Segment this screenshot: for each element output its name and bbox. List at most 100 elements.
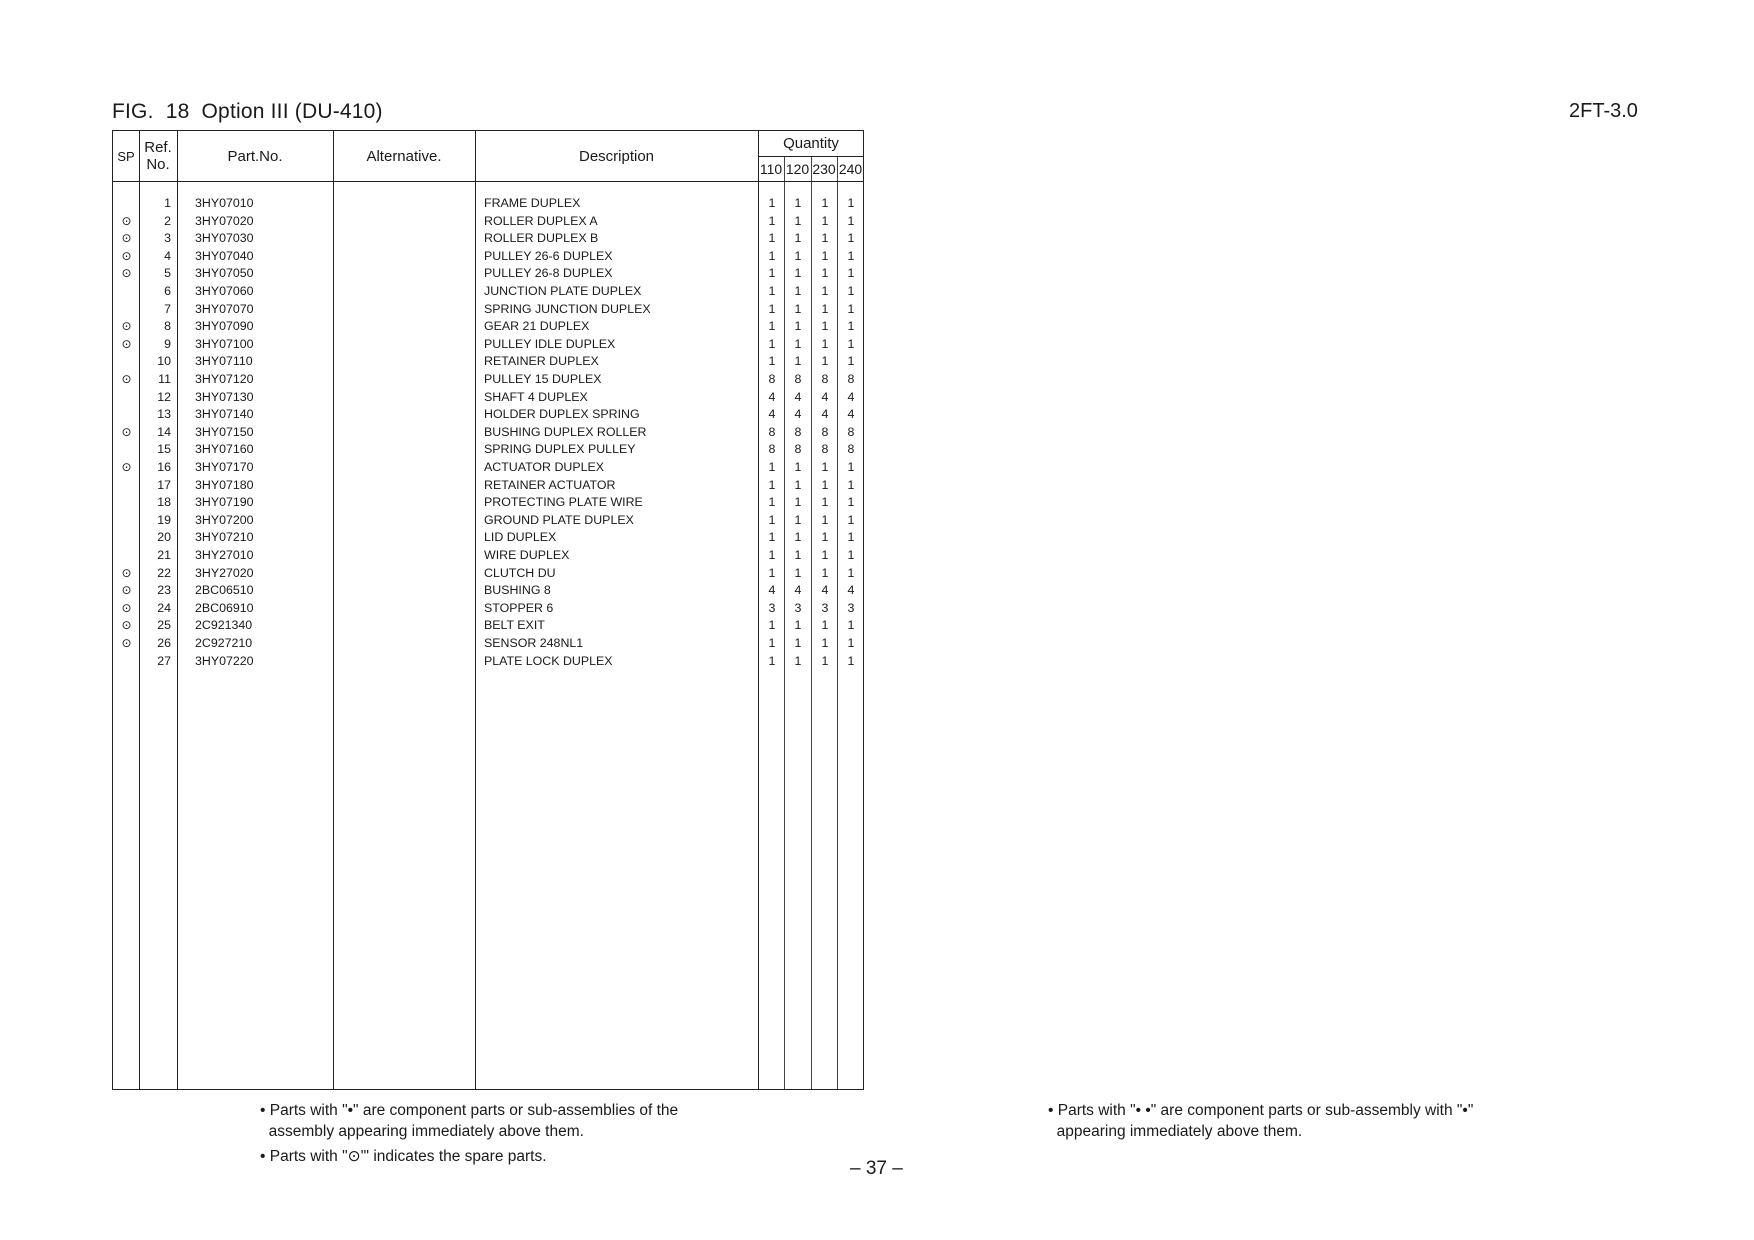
part-no-cell: 3HY07100	[195, 336, 254, 351]
quantity-cell-230: 1	[821, 530, 829, 545]
quantity-cell-240: 1	[847, 319, 855, 334]
quantity-cell-110: 1	[768, 196, 776, 210]
quantity-cell-230: 1	[821, 284, 829, 298]
ref-no-cell: 21	[157, 548, 171, 562]
description-cell: PULLEY 26-6 DUPLEX	[484, 248, 613, 263]
quantity-cell-120: 8	[794, 424, 802, 439]
ref-no-cell: 17	[157, 477, 171, 492]
note-sub-assembly: • Parts with "• •" are component parts o…	[1048, 1102, 1474, 1140]
quantity-cell-110: 1	[768, 460, 776, 474]
quantity-cell-110: 1	[768, 618, 776, 633]
quantity-cell-230: 4	[821, 389, 829, 404]
note-spare-parts: • Parts with "⊙'" indicates the spare pa…	[260, 1148, 547, 1165]
part-no-cell: 3HY07110	[195, 354, 253, 369]
figure-title: FIG. 18 Option III (DU-410)	[112, 100, 383, 123]
description-cell: BUSHING DUPLEX ROLLER	[484, 424, 647, 439]
quantity-cell-120: 4	[794, 389, 802, 404]
parts-table: SP Ref. No. Part.No. Alternative. Descri…	[112, 130, 864, 1090]
part-no-cell: 3HY07040	[195, 248, 254, 263]
quantity-cell-230: 1	[821, 336, 829, 351]
quantity-cell-120: 4	[794, 407, 802, 422]
quantity-cell-110: 1	[768, 336, 776, 351]
ref-no-cell: 16	[157, 460, 171, 474]
quantity-cell-120: 1	[794, 266, 802, 281]
header-description: Description	[578, 147, 655, 165]
part-no-cell: 3HY27020	[195, 565, 254, 580]
description-cell: PULLEY 26-8 DUPLEX	[484, 266, 613, 281]
quantity-cell-120: 1	[794, 548, 802, 562]
description-cell: HOLDER DUPLEX SPRING	[484, 407, 640, 422]
quantity-cell-240: 8	[847, 442, 855, 457]
description-cell: ACTUATOR DUPLEX	[484, 460, 605, 474]
ref-no-cell: 8	[164, 319, 171, 334]
quantity-cell-240: 1	[847, 636, 855, 650]
ref-no-cell: 1	[164, 196, 171, 210]
quantity-cell-120: 1	[794, 231, 802, 246]
quantity-cell-230: 1	[821, 231, 829, 246]
quantity-cell-240: 1	[847, 248, 855, 263]
quantity-cell-240: 1	[847, 196, 855, 210]
table-row: 7 3HY07070 SPRING JUNCTION DUPLEX 1 1 1 1	[113, 301, 863, 319]
part-no-cell: 3HY07090	[195, 319, 254, 334]
quantity-cell-240: 4	[847, 407, 855, 422]
ref-no-cell: 5	[164, 266, 171, 281]
table-row: 18 3HY07190 PROTECTING PLATE WIRE 1 1 1 1	[113, 494, 863, 512]
header-sp: SP	[117, 148, 135, 164]
quantity-cell-120: 1	[794, 477, 802, 492]
quantity-cell-230: 1	[821, 248, 829, 263]
description-cell: GROUND PLATE DUPLEX	[484, 512, 634, 527]
table-row: 10 3HY07110 RETAINER DUPLEX 1 1 1 1	[113, 353, 863, 371]
description-cell: STOPPER 6	[484, 600, 554, 615]
quantity-cell-240: 3	[847, 600, 855, 615]
quantity-cell-240: 1	[847, 266, 855, 281]
part-no-cell: 2BC06910	[195, 600, 254, 615]
description-cell: RETAINER DUPLEX	[484, 354, 599, 369]
ref-no-cell: 2	[164, 213, 171, 228]
quantity-cell-240: 1	[847, 653, 855, 668]
description-cell: RETAINER ACTUATOR	[484, 477, 616, 492]
quantity-cell-120: 1	[794, 196, 802, 210]
part-no-cell: 3HY07050	[195, 266, 254, 281]
quantity-cell-240: 1	[847, 213, 855, 228]
quantity-cell-240: 1	[847, 495, 855, 510]
description-cell: SENSOR 248NL1	[484, 636, 584, 650]
header-qty-230: 230	[812, 160, 836, 177]
quantity-cell-240: 1	[847, 477, 855, 492]
part-no-cell: 3HY07060	[195, 284, 254, 298]
table-row: 17 3HY07180 RETAINER ACTUATOR 1 1 1 1	[113, 477, 863, 495]
description-cell: SHAFT 4 DUPLEX	[484, 389, 588, 404]
header-qty-120: 120	[785, 160, 810, 177]
part-no-cell: 3HY07140	[195, 407, 254, 422]
quantity-cell-120: 1	[794, 301, 802, 316]
header-qty-240: 240	[838, 160, 863, 177]
table-row: ⊙ 22 3HY27020 CLUTCH DU 1 1 1 1	[113, 565, 863, 583]
quantity-cell-240: 4	[847, 583, 855, 598]
header-divider	[113, 181, 863, 182]
spare-part-mark: ⊙	[121, 636, 132, 650]
part-no-cell: 2C927210	[195, 636, 253, 650]
table-row: ⊙ 4 3HY07040 PULLEY 26-6 DUPLEX 1 1 1 1	[113, 248, 863, 266]
description-cell: SPRING DUPLEX PULLEY	[484, 442, 636, 457]
quantity-cell-230: 1	[821, 266, 829, 281]
quantity-cell-120: 1	[794, 213, 802, 228]
quantity-cell-230: 3	[821, 600, 829, 615]
part-no-cell: 3HY07180	[195, 477, 254, 492]
header-quantity: Quantity	[783, 135, 839, 152]
quantity-cell-230: 1	[821, 477, 829, 492]
quantity-cell-110: 1	[768, 248, 776, 263]
quantity-cell-120: 4	[794, 583, 802, 598]
spare-part-mark: ⊙	[121, 319, 132, 334]
table-row: 6 3HY07060 JUNCTION PLATE DUPLEX 1 1 1 1	[113, 283, 863, 301]
quantity-cell-110: 1	[768, 301, 776, 316]
quantity-cell-230: 8	[821, 372, 829, 386]
table-row: 19 3HY07200 GROUND PLATE DUPLEX 1 1 1 1	[113, 512, 863, 530]
part-no-cell: 3HY07010	[195, 196, 254, 210]
ref-no-cell: 24	[157, 600, 171, 615]
quantity-cell-110: 8	[768, 372, 776, 386]
quantity-cell-230: 1	[821, 495, 829, 510]
table-row: ⊙ 3 3HY07030 ROLLER DUPLEX B 1 1 1 1	[113, 230, 863, 248]
quantity-cell-120: 1	[794, 248, 802, 263]
header-alternative: Alternative.	[366, 147, 442, 165]
quantity-cell-230: 8	[821, 424, 829, 439]
ref-no-cell: 9	[164, 336, 171, 351]
